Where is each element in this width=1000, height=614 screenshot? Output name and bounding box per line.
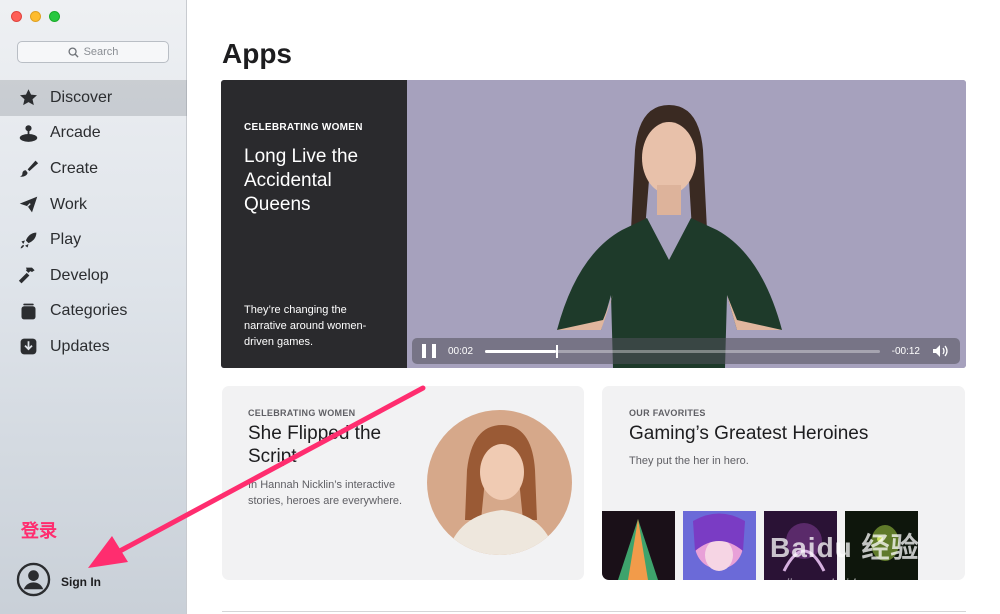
section-divider xyxy=(222,611,966,612)
card-description: In Hannah Nicklin’s interactive stories,… xyxy=(248,479,403,507)
sidebar-item-create[interactable]: Create xyxy=(0,151,187,187)
download-tray-icon xyxy=(17,336,39,358)
search-placeholder: Search xyxy=(83,46,119,58)
card-title: She Flipped the Script xyxy=(248,423,382,467)
joystick-icon xyxy=(17,122,39,144)
card-title: Gaming’s Greatest Heroines xyxy=(629,423,869,444)
video-controls: 00:02 -00:12 xyxy=(412,338,960,364)
paintbrush-icon xyxy=(17,158,39,180)
hero-banner[interactable]: CELEBRATING WOMEN Long Live the Accident… xyxy=(221,80,966,368)
hero-video[interactable] xyxy=(407,80,966,368)
sign-in-button[interactable]: Sign In xyxy=(16,562,101,602)
sidebar-item-play[interactable]: Play xyxy=(0,222,187,258)
star-icon xyxy=(17,87,39,109)
zoom-window-button[interactable] xyxy=(49,11,60,22)
paperplane-icon xyxy=(17,194,39,216)
window-controls xyxy=(11,11,60,22)
sidebar-item-label: Discover xyxy=(50,88,113,106)
game-thumbnail[interactable] xyxy=(602,511,675,580)
page-title: Apps xyxy=(222,38,292,69)
sidebar-item-label: Updates xyxy=(50,337,110,355)
card-description: They put the her in hero. xyxy=(629,455,749,467)
card-eyebrow: OUR FAVORITES xyxy=(629,408,706,418)
video-scrubber[interactable] xyxy=(485,344,880,358)
user-avatar-icon xyxy=(16,562,51,602)
sidebar-item-discover[interactable]: Discover xyxy=(0,80,187,116)
sidebar-item-work[interactable]: Work xyxy=(0,187,187,223)
sidebar-nav: Discover Arcade Create Work Play Develop… xyxy=(0,80,187,365)
sidebar-item-label: Categories xyxy=(50,302,128,320)
close-window-button[interactable] xyxy=(11,11,22,22)
video-scrubber-handle[interactable] xyxy=(556,344,559,358)
game-thumbnail[interactable] xyxy=(683,511,756,580)
search-input[interactable]: Search xyxy=(17,41,169,63)
login-annotation: 登录 xyxy=(21,521,57,541)
pause-button[interactable] xyxy=(422,344,436,358)
watermark-logo: Baidu 经验 xyxy=(770,532,920,563)
video-remaining-time: -00:12 xyxy=(891,345,920,357)
rocket-icon xyxy=(17,229,39,251)
hero-title: Long Live the Accidental Queens xyxy=(244,146,359,215)
hammer-icon xyxy=(17,265,39,287)
sidebar-item-label: Arcade xyxy=(50,124,101,142)
portrait-image xyxy=(427,410,572,555)
story-card-she-flipped[interactable]: CELEBRATING WOMEN She Flipped the Script… xyxy=(222,386,584,580)
sidebar-item-develop[interactable]: Develop xyxy=(0,258,187,294)
watermark-url: jingyan.baidu.com xyxy=(786,576,891,591)
hero-text-panel: CELEBRATING WOMEN Long Live the Accident… xyxy=(221,80,407,368)
sidebar-item-label: Develop xyxy=(50,266,109,284)
sidebar-item-updates[interactable]: Updates xyxy=(0,329,187,365)
sidebar-item-label: Play xyxy=(50,231,82,249)
sidebar-item-categories[interactable]: Categories xyxy=(0,294,187,330)
sidebar-item-label: Work xyxy=(50,195,88,213)
hero-subtitle: They’re changing the narrative around wo… xyxy=(244,304,367,348)
video-elapsed-time: 00:02 xyxy=(448,345,474,357)
stack-icon xyxy=(17,300,39,322)
sidebar-item-arcade[interactable]: Arcade xyxy=(0,116,187,152)
hero-eyebrow: CELEBRATING WOMEN xyxy=(244,122,363,133)
sidebar: Search Discover Arcade Create Work Play … xyxy=(0,0,187,614)
search-icon xyxy=(68,46,79,58)
volume-icon[interactable] xyxy=(932,344,950,358)
video-progress-fill xyxy=(485,349,557,353)
sign-in-label: Sign In xyxy=(61,575,101,589)
sidebar-item-label: Create xyxy=(50,159,99,177)
card-eyebrow: CELEBRATING WOMEN xyxy=(248,408,356,418)
minimize-window-button[interactable] xyxy=(30,11,41,22)
